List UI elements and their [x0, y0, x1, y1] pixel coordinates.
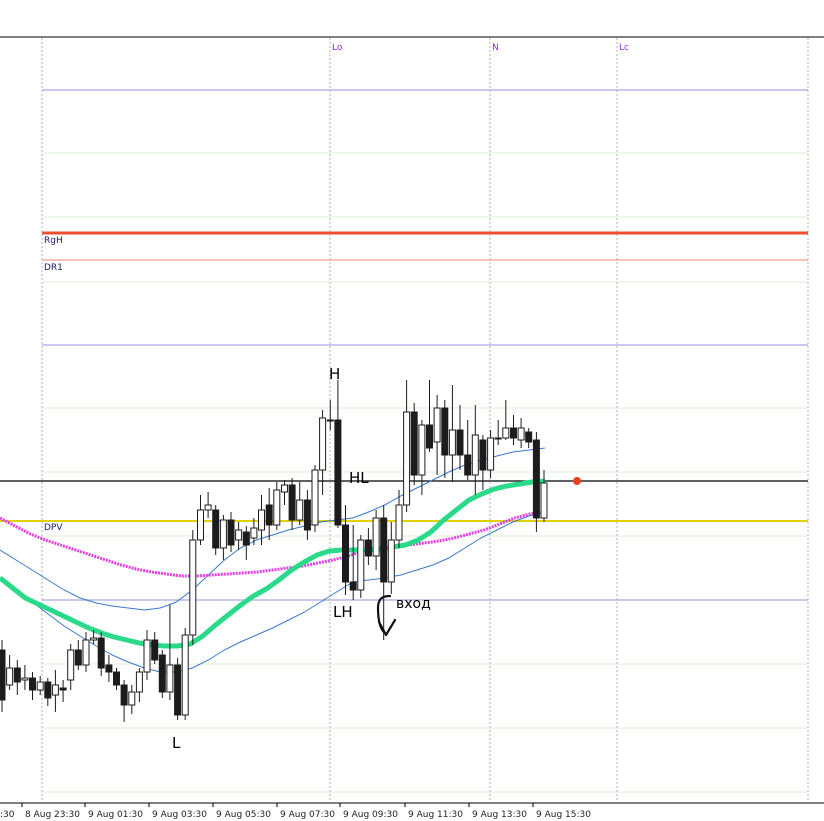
candle-body-32: [242, 531, 250, 546]
candle-body-18: [135, 671, 143, 693]
candle-body-15: [113, 671, 120, 686]
session-label-n: N: [492, 43, 499, 53]
annotation-entry: вход: [396, 596, 431, 612]
candle-body-70: [532, 439, 540, 519]
level-label-dpv: DPV: [44, 523, 63, 533]
candle-body-12: [90, 637, 98, 641]
candle-body-6: [44, 681, 52, 699]
candle-body-16: [120, 684, 128, 706]
candle-body-26: [197, 509, 204, 541]
level-label-rgh: RgH: [44, 236, 63, 246]
candle-body-28: [212, 509, 220, 549]
candle-body-43: [326, 419, 334, 422]
candle-body-64: [487, 437, 495, 471]
candle-body-60: [456, 429, 464, 456]
candle-body-27: [204, 504, 212, 511]
candle-body-47: [357, 539, 365, 591]
candle-body-63: [479, 439, 487, 471]
candle-body-10: [74, 649, 82, 666]
price-marker-dot: [573, 477, 581, 485]
candle-body-65: [494, 437, 502, 440]
candle-body-44: [334, 419, 342, 526]
candle-body-38: [288, 484, 296, 521]
session-label-lc: Lc: [619, 43, 629, 53]
annotation-hl: HL: [349, 469, 369, 487]
candle-body-33: [250, 527, 258, 539]
candle-body-49: [372, 517, 380, 557]
candle-body-23: [174, 664, 182, 716]
candle-body-22: [166, 664, 174, 693]
candle-body-17: [128, 691, 136, 706]
candle-body-8: [59, 687, 67, 691]
candle-body-7: [51, 684, 59, 696]
candle-body-41: [311, 469, 319, 526]
x-tick-label-7: 9 Aug 13:30: [472, 810, 527, 820]
candle-body-67: [510, 427, 517, 439]
candle-body-25: [189, 539, 197, 636]
x-tick-label-3: 9 Aug 05:30: [216, 810, 271, 820]
candle-body-48: [364, 539, 372, 557]
session-label-lo: Lo: [332, 43, 343, 53]
candle-body-53: [403, 411, 411, 506]
candle-body-71: [540, 482, 548, 519]
candle-body-59: [448, 429, 456, 456]
candle-body-36: [273, 489, 281, 526]
candle-body-20: [151, 639, 159, 661]
candle-body-19: [143, 639, 151, 673]
candle-body-30: [227, 519, 235, 546]
candle-body-35: [265, 504, 273, 526]
candle-body-3: [21, 677, 29, 681]
annotation-lh: LH: [333, 603, 353, 621]
candle-body-34: [258, 509, 265, 531]
candle-body-0: [0, 649, 6, 701]
candle-body-40: [303, 499, 311, 531]
candle-body-21: [158, 654, 166, 693]
candle-body-4: [29, 677, 36, 691]
candle-body-5: [36, 681, 44, 691]
x-tick-label-8: 9 Aug 15:30: [536, 810, 591, 820]
candle-body-68: [517, 427, 525, 441]
candle-body-56: [426, 424, 433, 449]
candle-body-31: [235, 529, 243, 541]
candle-body-2: [13, 667, 21, 683]
candle-body-46: [349, 581, 357, 591]
candle-body-1: [6, 667, 14, 686]
candle-body-14: [105, 664, 113, 673]
candle-body-9: [67, 649, 75, 681]
candle-body-69: [525, 431, 533, 443]
x-tick-label-edge: :30: [0, 810, 15, 820]
x-tick-label-2: 9 Aug 03:30: [152, 810, 207, 820]
candle-body-37: [281, 484, 288, 493]
candle-body-39: [296, 499, 304, 521]
candle-body-62: [471, 434, 479, 476]
annotation-h: H: [329, 365, 340, 383]
candle-body-55: [418, 424, 426, 476]
candle-body-24: [181, 634, 189, 716]
x-tick-label-6: 9 Aug 11:30: [408, 810, 463, 820]
price-chart[interactable]: Lo N Lc RgH DR1 DPV H HL LH Lвход :30 8 Aug 23:3…: [0, 0, 824, 821]
candle-body-13: [97, 637, 105, 669]
candle-body-61: [464, 454, 472, 476]
candle-body-58: [441, 407, 449, 456]
x-tick-label-0: 8 Aug 23:30: [25, 810, 80, 820]
candle-body-66: [502, 427, 510, 439]
candle-body-54: [410, 411, 418, 476]
level-label-dr1: DR1: [44, 263, 63, 273]
candle-body-11: [82, 639, 90, 666]
candle-body-57: [433, 407, 441, 443]
candle-body-45: [342, 524, 349, 583]
x-tick-label-1: 9 Aug 01:30: [88, 810, 143, 820]
candle-body-29: [219, 519, 227, 549]
candle-body-51: [387, 539, 395, 583]
candle-body-50: [380, 517, 388, 583]
x-tick-label-5: 9 Aug 09:30: [343, 810, 398, 820]
candle-body-42: [319, 417, 327, 471]
annotation-l: L: [172, 734, 181, 752]
x-tick-label-4: 9 Aug 07:30: [280, 810, 335, 820]
candle-body-52: [395, 504, 403, 541]
